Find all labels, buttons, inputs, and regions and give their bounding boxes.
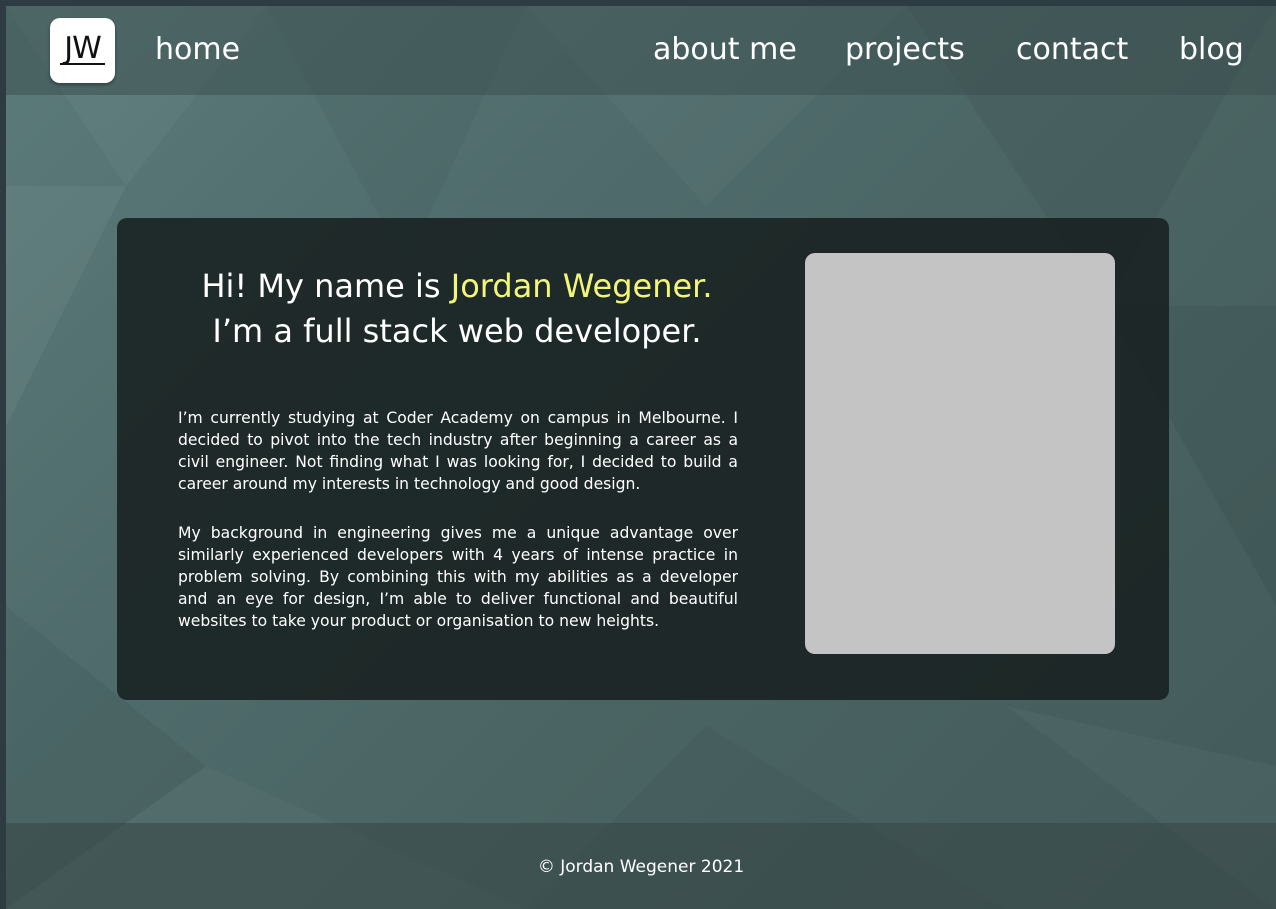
logo-button[interactable]: JW (50, 18, 115, 83)
hero-tagline: I’m a full stack web developer. (212, 312, 702, 350)
hero-name: Jordan Wegener. (450, 267, 713, 305)
logo-text: JW (64, 30, 102, 66)
nav-link-home[interactable]: home (155, 30, 240, 70)
hero-headline: Hi! My name is Jordan Wegener. I’m a ful… (157, 264, 757, 354)
nav-link-blog[interactable]: blog (1179, 30, 1244, 70)
hero-card: Hi! My name is Jordan Wegener. I’m a ful… (117, 218, 1169, 700)
page-background: JW home about me projects contact blog H… (6, 6, 1276, 909)
nav-link-projects[interactable]: projects (845, 30, 965, 70)
footer-copyright: © Jordan Wegener 2021 (537, 857, 745, 877)
navbar: JW home about me projects contact blog (6, 6, 1276, 95)
nav-link-contact[interactable]: contact (1016, 30, 1128, 70)
bio-paragraph: I’m currently studying at Coder Academy … (178, 409, 738, 493)
profile-photo-placeholder (805, 253, 1115, 654)
footer: © Jordan Wegener 2021 (6, 823, 1276, 909)
nav-link-about-me[interactable]: about me (653, 30, 797, 70)
bio-paragraph: My background in engineering gives me a … (178, 524, 738, 630)
hero-greeting: Hi! My name is (201, 267, 451, 305)
logo-underline (60, 63, 105, 65)
